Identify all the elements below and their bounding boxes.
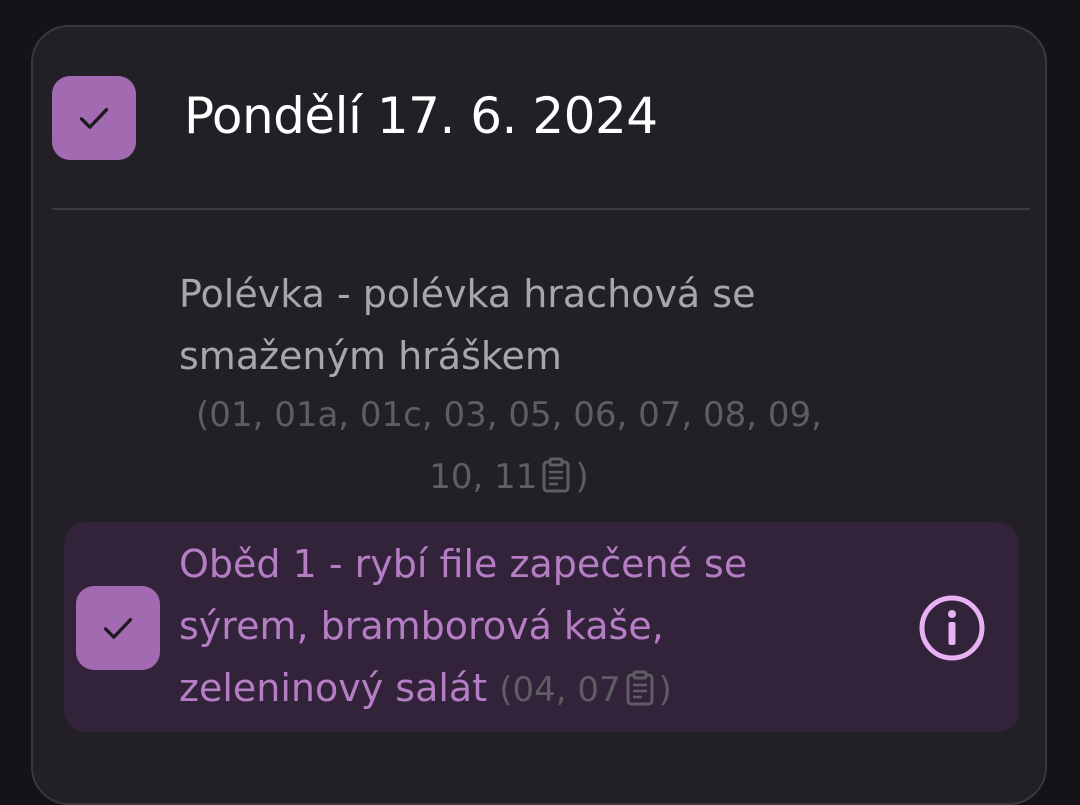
check-icon bbox=[103, 618, 133, 639]
clipboard-icon bbox=[542, 457, 570, 493]
day-checkbox[interactable] bbox=[52, 76, 136, 160]
info-icon[interactable] bbox=[919, 595, 985, 661]
soup-item: Polévka - polévka hrachová se smaženým h… bbox=[179, 272, 756, 378]
check-icon bbox=[79, 108, 109, 129]
divider bbox=[52, 208, 1030, 210]
clipboard-icon bbox=[626, 670, 654, 706]
day-card: Pondělí 17. 6. 2024 Polévka - polévka hr… bbox=[31, 25, 1047, 805]
lunch-item-selected[interactable]: Oběd 1 - rybí file zapečené se sýrem, br… bbox=[64, 522, 1019, 732]
lunch-codes-text: (04, 07 bbox=[499, 670, 621, 710]
soup-codes-close: ) bbox=[575, 457, 589, 497]
lunch-checkbox[interactable] bbox=[76, 586, 160, 670]
day-title: Pondělí 17. 6. 2024 bbox=[184, 87, 658, 145]
soup-codes-text: (01, 01a, 01c, 03, 05, 06, 07, 08, 09, 1… bbox=[196, 395, 822, 497]
soup-allergen-codes: (01, 01a, 01c, 03, 05, 06, 07, 08, 09, 1… bbox=[179, 384, 839, 508]
lunch-text-block: Oběd 1 - rybí file zapečené se sýrem, br… bbox=[179, 533, 819, 721]
lunch-codes-close: ) bbox=[658, 670, 672, 710]
lunch-allergen-codes: (04, 07 ) bbox=[499, 670, 672, 710]
